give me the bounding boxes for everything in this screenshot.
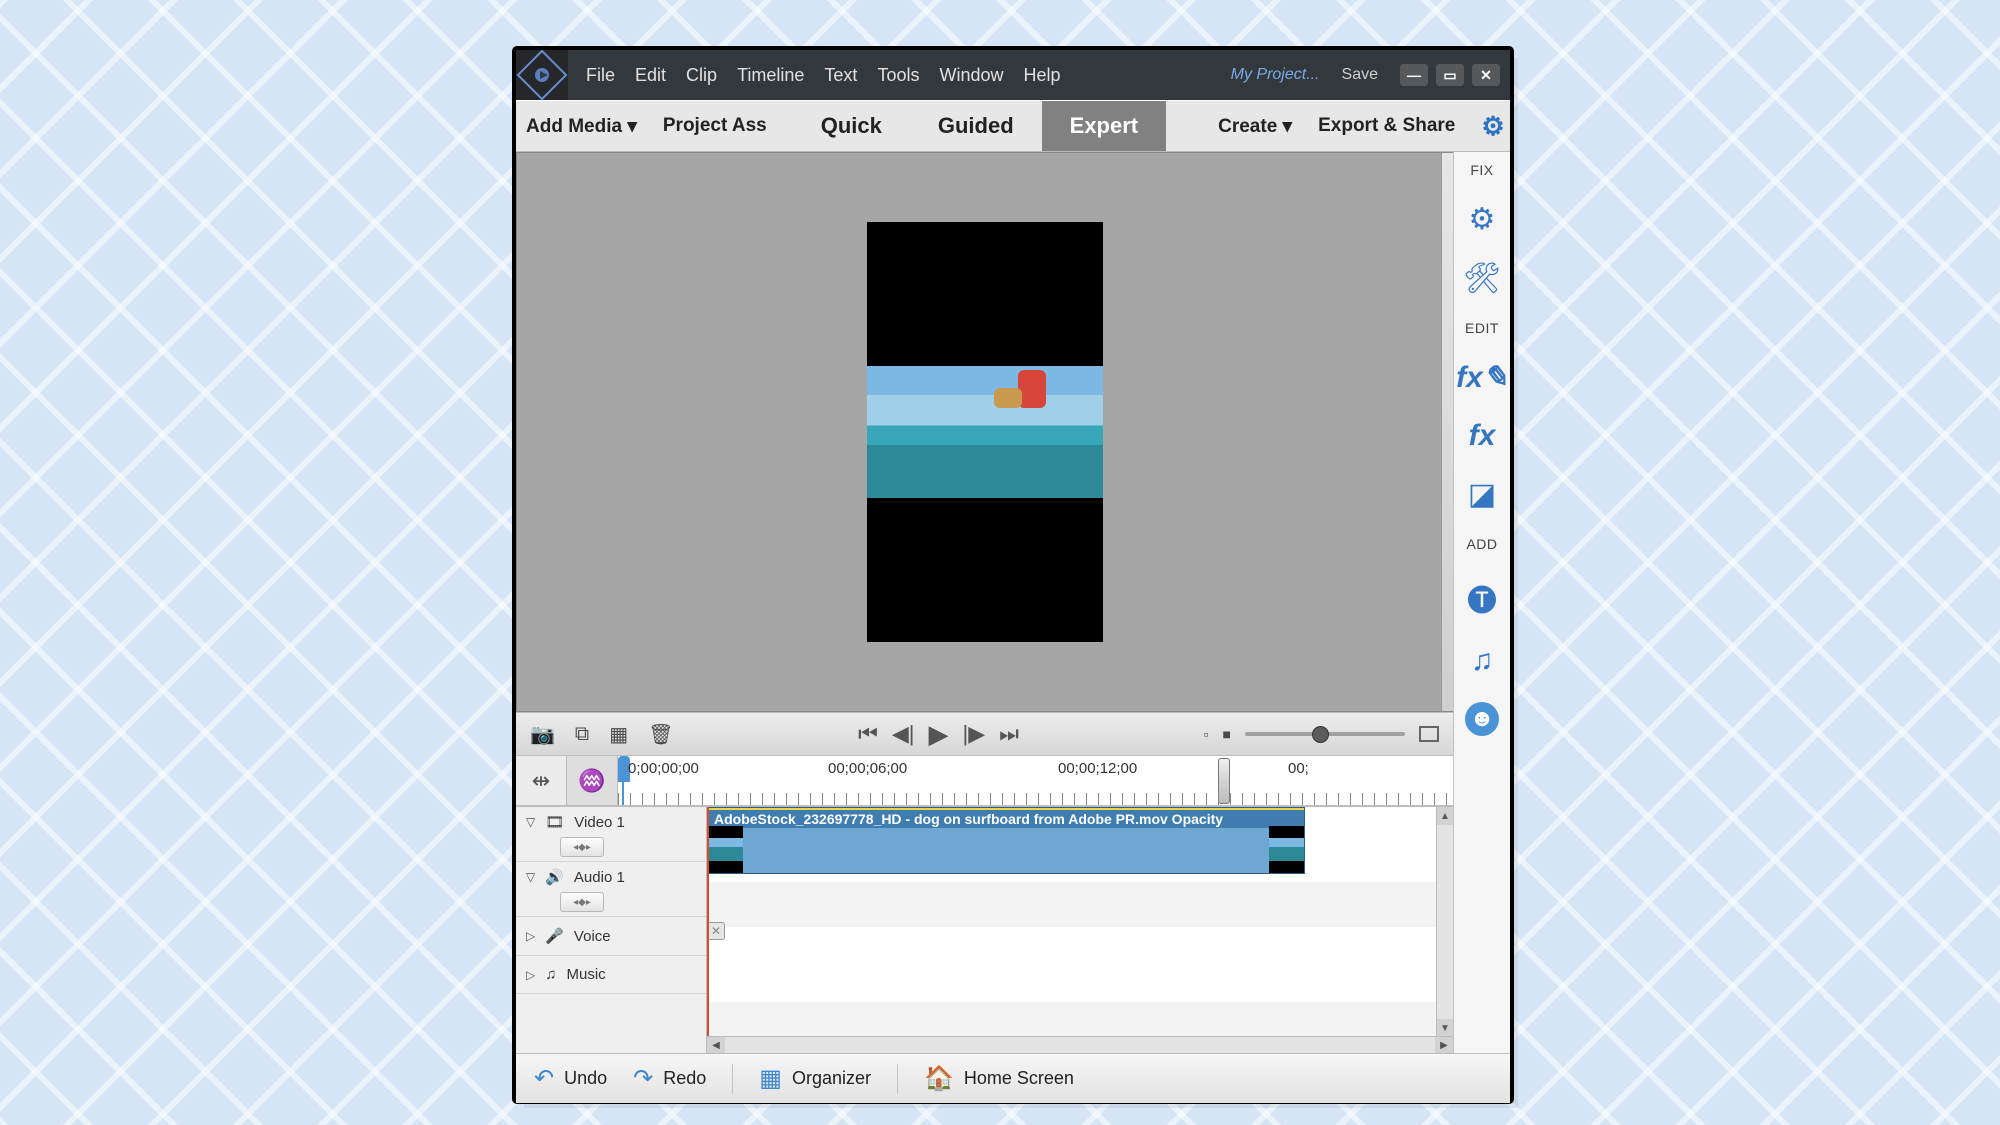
menu-tools[interactable]: Tools bbox=[877, 65, 919, 86]
zoom-in-icon[interactable]: ■ bbox=[1223, 726, 1231, 742]
menu-window[interactable]: Window bbox=[939, 65, 1003, 86]
app-logo-icon bbox=[516, 50, 568, 100]
clip-thumb-end bbox=[1269, 826, 1304, 873]
panel-section-label: ADD bbox=[1466, 536, 1497, 552]
zoom-slider[interactable] bbox=[1245, 732, 1405, 736]
ruler-tick: 00;00;12;00 bbox=[1058, 760, 1137, 777]
panel-section-label: EDIT bbox=[1465, 320, 1499, 336]
right-panel: FIX ⚙ 🛠 EDIT fx✎ fx ◪ ADD 🅣 ♫ ☻ bbox=[1453, 152, 1510, 1053]
track-header-music[interactable]: ▷♫Music bbox=[516, 956, 706, 994]
titlebar: File Edit Clip Timeline Text Tools Windo… bbox=[516, 50, 1510, 100]
zoom-out-icon[interactable]: ▫ bbox=[1204, 726, 1209, 742]
ruler-tick: 00; bbox=[1288, 760, 1309, 777]
menu-clip[interactable]: Clip bbox=[686, 65, 717, 86]
timeline-audio-tool[interactable]: ♒ bbox=[567, 756, 618, 805]
play-button[interactable]: ▶ bbox=[929, 719, 949, 750]
mode-tab-expert[interactable]: Expert bbox=[1042, 101, 1166, 151]
camera-icon[interactable]: 📷 bbox=[530, 722, 555, 747]
trash-icon[interactable]: 🗑 bbox=[648, 722, 673, 747]
step-forward-button[interactable]: |▶ bbox=[963, 721, 986, 747]
preview-frame bbox=[867, 222, 1103, 642]
organizer-button[interactable]: ▦Organizer bbox=[759, 1064, 871, 1093]
mode-tab-guided[interactable]: Guided bbox=[910, 101, 1042, 151]
settings-gear-icon[interactable]: ⚙ bbox=[1481, 111, 1504, 142]
window-close-button[interactable]: ✕ bbox=[1472, 64, 1500, 86]
clip-thumb-start bbox=[708, 826, 743, 873]
track-header-voice[interactable]: ▷🎤Voice bbox=[516, 917, 706, 956]
track-headers: ▽🎞Video 1 ◂◆▸ ▽🔊Audio 1 ◂◆▸ ▷🎤Voice ▷♫Mu… bbox=[516, 807, 707, 1053]
panel-section-label: FIX bbox=[1470, 162, 1493, 178]
fx-edit-icon[interactable]: fx✎ bbox=[1456, 360, 1508, 395]
export-share-button[interactable]: Export & Share bbox=[1318, 115, 1455, 137]
step-back-button[interactable]: ◀| bbox=[892, 721, 915, 747]
main-toolbar: Add Media ▾ Project Ass Quick Guided Exp… bbox=[516, 100, 1510, 152]
project-name[interactable]: My Project... bbox=[1231, 66, 1320, 84]
mode-tab-quick[interactable]: Quick bbox=[793, 101, 910, 151]
color-swatch-icon[interactable]: ◪ bbox=[1468, 477, 1496, 512]
grid-icon[interactable]: ▦ bbox=[609, 722, 628, 747]
create-button[interactable]: Create ▾ bbox=[1218, 115, 1292, 138]
playhead[interactable] bbox=[707, 807, 709, 1053]
film-icon: 🎞 bbox=[545, 813, 564, 831]
tools-icon[interactable]: 🛠 bbox=[1463, 261, 1501, 296]
speaker-icon: 🔊 bbox=[545, 868, 564, 886]
rotate-icon[interactable]: ⧉ bbox=[575, 723, 589, 746]
menu-text[interactable]: Text bbox=[824, 65, 857, 86]
project-assets-button[interactable]: Project Ass bbox=[663, 115, 767, 137]
ruler-tick: 00;00;06;00 bbox=[828, 760, 907, 777]
music-icon[interactable]: ♫ bbox=[1471, 644, 1494, 678]
track-header-video1[interactable]: ▽🎞Video 1 ◂◆▸ bbox=[516, 807, 706, 862]
fit-screen-button[interactable] bbox=[1419, 726, 1439, 742]
menu-timeline[interactable]: Timeline bbox=[737, 65, 804, 86]
mic-icon: 🎤 bbox=[545, 927, 564, 945]
timeline-tracks: ▽🎞Video 1 ◂◆▸ ▽🔊Audio 1 ◂◆▸ ▷🎤Voice ▷♫Mu… bbox=[516, 806, 1453, 1053]
window-controls: — ▭ ✕ bbox=[1400, 64, 1500, 86]
preview-monitor[interactable] bbox=[516, 152, 1453, 712]
add-media-button[interactable]: Add Media ▾ bbox=[526, 115, 637, 138]
clip-label: AdobeStock_232697778_HD - dog on surfboa… bbox=[708, 808, 1304, 828]
preview-image bbox=[867, 366, 1103, 498]
timeline-vertical-scrollbar[interactable] bbox=[1436, 807, 1453, 1037]
music-icon: ♫ bbox=[545, 966, 556, 983]
ruler-tick: 0;00;00;00 bbox=[628, 760, 699, 777]
audio-clip-stub[interactable]: ✕ bbox=[707, 922, 725, 940]
playback-bar: 📷 ⧉ ▦ 🗑 ⏮ ◀| ▶ |▶ ⏭ ▫ ■ bbox=[516, 712, 1453, 756]
save-button[interactable]: Save bbox=[1342, 66, 1378, 84]
track-lanes[interactable]: AdobeStock_232697778_HD - dog on surfboa… bbox=[707, 807, 1453, 1053]
menu-bar: File Edit Clip Timeline Text Tools Windo… bbox=[568, 50, 1079, 100]
smiley-icon[interactable]: ☻ bbox=[1465, 702, 1499, 736]
menu-file[interactable]: File bbox=[586, 65, 615, 86]
window-maximize-button[interactable]: ▭ bbox=[1436, 64, 1464, 86]
adjust-sliders-icon[interactable]: ⚙ bbox=[1469, 202, 1496, 237]
window-minimize-button[interactable]: — bbox=[1400, 64, 1428, 86]
menu-edit[interactable]: Edit bbox=[635, 65, 666, 86]
footer-bar: ↶Undo ↷Redo ▦Organizer 🏠Home Screen bbox=[516, 1053, 1510, 1103]
timeline-split-tool[interactable]: ⇹ bbox=[516, 756, 567, 805]
redo-button[interactable]: ↷Redo bbox=[633, 1064, 706, 1093]
workspace: 📷 ⧉ ▦ 🗑 ⏮ ◀| ▶ |▶ ⏭ ▫ ■ bbox=[516, 152, 1510, 1053]
home-screen-button[interactable]: 🏠Home Screen bbox=[924, 1064, 1074, 1093]
timeline-header: ⇹ ♒ 0;00;00;00 00;00;06;00 00;00;12;00 00; bbox=[516, 756, 1453, 806]
rewind-start-button[interactable]: ⏮ bbox=[858, 721, 878, 747]
video-clip[interactable]: AdobeStock_232697778_HD - dog on surfboa… bbox=[707, 807, 1305, 874]
timeline-horizontal-scrollbar[interactable] bbox=[707, 1036, 1453, 1053]
track-header-audio1[interactable]: ▽🔊Audio 1 ◂◆▸ bbox=[516, 862, 706, 917]
menu-help[interactable]: Help bbox=[1024, 65, 1061, 86]
fast-forward-button[interactable]: ⏭ bbox=[999, 721, 1019, 747]
undo-button[interactable]: ↶Undo bbox=[534, 1064, 607, 1093]
titles-icon[interactable]: 🅣 bbox=[1467, 576, 1497, 620]
app-window: File Edit Clip Timeline Text Tools Windo… bbox=[512, 46, 1514, 1104]
timeline-ruler[interactable]: 0;00;00;00 00;00;06;00 00;00;12;00 00; bbox=[618, 756, 1453, 805]
fx-icon[interactable]: fx bbox=[1469, 419, 1496, 453]
